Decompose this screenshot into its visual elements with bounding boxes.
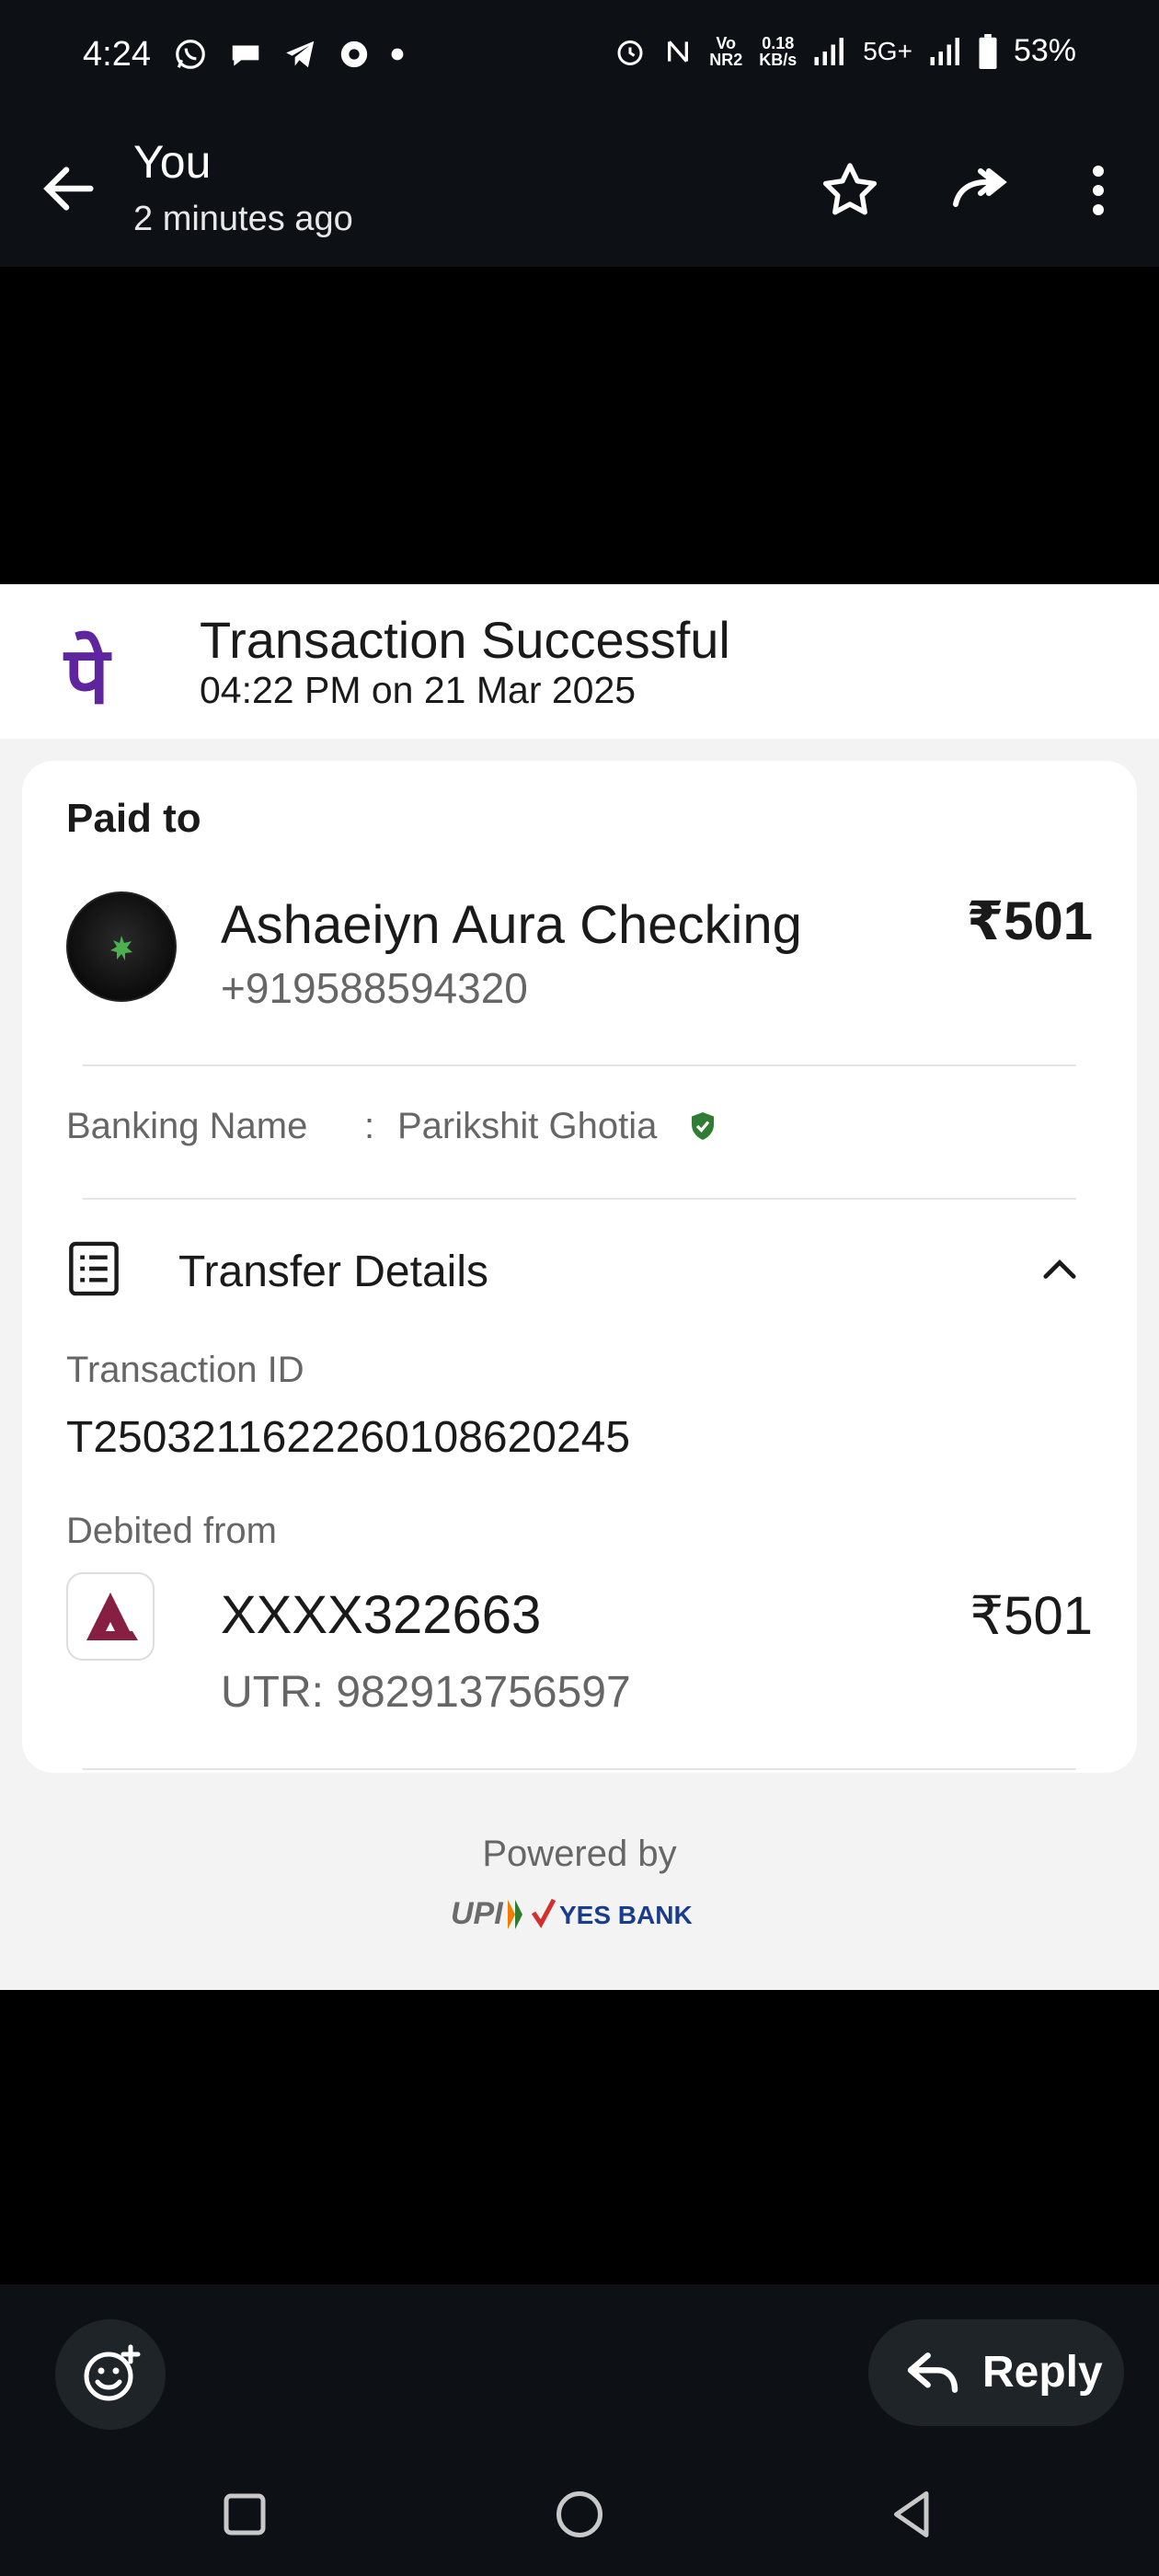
phonepe-logo: पे: [64, 630, 109, 722]
back-arrow-icon[interactable]: [37, 156, 101, 221]
axis-bank-icon: [86, 1593, 138, 1640]
reply-label: Reply: [982, 2348, 1103, 2397]
transaction-datetime: 04:22 PM on 21 Mar 2025: [200, 669, 637, 711]
receipt-list-icon: [69, 1241, 119, 1296]
svg-text:YES BANK: YES BANK: [559, 1901, 693, 1929]
star-icon[interactable]: [817, 157, 883, 224]
transaction-id-value: T2503211622260108620245: [66, 1413, 631, 1462]
chat-icon: [232, 45, 259, 66]
payment-card: Paid to Ashaeiyn Aura Checking +91958859…: [22, 761, 1137, 1773]
chevron-up-icon[interactable]: [1036, 1247, 1084, 1294]
dot-icon: [391, 48, 404, 61]
back-triangle-icon[interactable]: [885, 2487, 940, 2542]
debited-from-label: Debited from: [66, 1511, 277, 1551]
bottom-bar: Reply: [0, 2284, 1159, 2576]
payee-avatar: [66, 891, 177, 1002]
whatsapp-icon: [176, 40, 205, 69]
battery-level: 53%: [1013, 33, 1076, 68]
divider: [83, 1198, 1076, 1200]
telegram-icon: [286, 40, 315, 68]
receipt-image[interactable]: पे Transaction Successful 04:22 PM on 21…: [0, 584, 1159, 1990]
divider: [83, 1064, 1076, 1066]
payee-name: Ashaeiyn Aura Checking: [221, 895, 802, 955]
recents-icon[interactable]: [217, 2487, 272, 2542]
status-time: 4:24: [83, 35, 151, 74]
status-bar: 4:24 Vo NR2 0.18 KB/s 5G+ 53%: [0, 0, 1159, 115]
verified-shield-icon: [692, 1112, 714, 1140]
banking-name-value: Parikshit Ghotia: [397, 1106, 658, 1146]
app-bar: You 2 minutes ago: [0, 115, 1159, 267]
axis-bank-logo: [66, 1572, 155, 1661]
debit-amount: ₹501: [970, 1586, 1093, 1646]
utr-number: UTR: 982913756597: [221, 1668, 631, 1717]
powered-by-label: Powered by: [482, 1834, 677, 1874]
home-icon[interactable]: [552, 2487, 607, 2542]
nfc-icon: [668, 40, 689, 63]
transfer-details-label: Transfer Details: [178, 1248, 488, 1296]
reply-button[interactable]: Reply: [868, 2319, 1124, 2426]
emoji-add-icon: [84, 2344, 141, 2401]
battery-icon: [979, 33, 997, 69]
transaction-id-label: Transaction ID: [66, 1350, 304, 1390]
banking-name-label: Banking Name: [66, 1106, 308, 1146]
notification-icons: [173, 37, 405, 72]
sender-title: You: [133, 136, 212, 188]
screen: 4:24 Vo NR2 0.18 KB/s 5G+ 53% You 2 minu…: [0, 0, 1159, 2576]
signal-icon: [814, 37, 844, 65]
network-type: 5G+: [863, 36, 912, 65]
paid-to-label: Paid to: [66, 796, 201, 841]
sent-time: 2 minutes ago: [133, 200, 353, 238]
payment-amount: ₹501: [966, 891, 1093, 951]
divider: [83, 1768, 1076, 1770]
payee-phone: +919588594320: [221, 964, 528, 1012]
net-speed: 0.18 KB/s: [759, 33, 798, 69]
payee-logo-icon: [95, 930, 136, 975]
status-right: Vo NR2 0.18 KB/s 5G+ 53%: [614, 33, 1076, 69]
forward-icon[interactable]: [947, 157, 1014, 224]
emoji-react-button[interactable]: [55, 2319, 166, 2430]
app-notification-icon: [340, 40, 368, 68]
more-vert-icon[interactable]: [1065, 157, 1131, 224]
image-background-bottom: [0, 1990, 1159, 2284]
debit-account: XXXX322663: [221, 1585, 542, 1645]
signal-icon-2: [930, 37, 959, 65]
alarm-icon: [617, 40, 643, 65]
image-background-top: [0, 267, 1159, 584]
transaction-status: Transaction Successful: [200, 611, 730, 669]
svg-text:UPI: UPI: [451, 1896, 504, 1931]
reply-icon: [907, 2352, 958, 2393]
receipt-header: पे Transaction Successful 04:22 PM on 21…: [0, 584, 1159, 739]
banking-name-colon: :: [364, 1106, 375, 1146]
upi-yes-bank-logo: UPI YES BANK: [451, 1896, 693, 1931]
volte-indicator: Vo NR2: [709, 33, 743, 69]
